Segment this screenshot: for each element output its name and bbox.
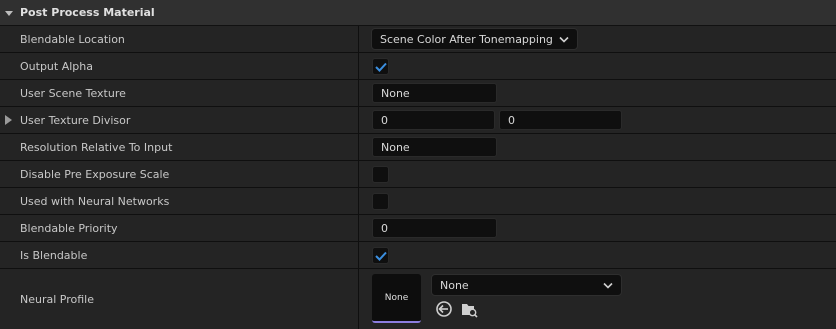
row-output-alpha: Output Alpha: [0, 53, 836, 80]
asset-thumbnail[interactable]: None: [372, 274, 421, 323]
row-is-blendable: Is Blendable: [0, 242, 836, 269]
resolution-relative-field[interactable]: None: [372, 137, 497, 157]
disable-pre-exposure-checkbox[interactable]: [372, 166, 389, 183]
dropdown-value: Scene Color After Tonemapping: [380, 32, 553, 46]
row-user-scene-texture: User Scene Texture None: [0, 80, 836, 107]
chevron-down-icon: [603, 282, 613, 289]
blendable-location-dropdown[interactable]: Scene Color After Tonemapping: [371, 28, 578, 50]
row-resolution-relative: Resolution Relative To Input None: [0, 134, 836, 161]
blendable-priority-field[interactable]: 0: [372, 218, 497, 238]
row-used-with-neural: Used with Neural Networks: [0, 188, 836, 215]
details-panel: Post Process Material Blendable Location…: [0, 0, 836, 329]
divisor-y-field[interactable]: 0: [499, 110, 622, 130]
property-label: Output Alpha: [0, 53, 359, 79]
property-label: User Scene Texture: [0, 80, 359, 106]
property-label: Is Blendable: [0, 242, 359, 268]
used-with-neural-checkbox[interactable]: [372, 193, 389, 210]
is-blendable-checkbox[interactable]: [372, 247, 389, 264]
property-label: User Texture Divisor: [0, 107, 359, 133]
divisor-x-field[interactable]: 0: [372, 110, 495, 130]
use-selected-asset-icon[interactable]: [435, 300, 453, 318]
checkmark-icon: [374, 62, 387, 72]
property-label: Used with Neural Networks: [0, 188, 359, 214]
property-label: Blendable Location: [0, 26, 359, 52]
output-alpha-checkbox[interactable]: [372, 58, 389, 75]
property-label: Resolution Relative To Input: [0, 134, 359, 160]
row-blendable-location: Blendable Location Scene Color After Ton…: [0, 26, 836, 53]
property-label: Blendable Priority: [0, 215, 359, 241]
neural-profile-dropdown[interactable]: None: [431, 274, 622, 296]
property-label: Disable Pre Exposure Scale: [0, 161, 359, 187]
row-neural-profile: Neural Profile None None: [0, 269, 836, 329]
dropdown-value: None: [440, 278, 469, 292]
section-header[interactable]: Post Process Material: [0, 0, 836, 26]
chevron-down-icon: [5, 10, 13, 16]
browse-asset-icon[interactable]: [460, 300, 478, 318]
section-title: Post Process Material: [20, 6, 155, 19]
checkmark-icon: [374, 251, 387, 261]
chevron-down-icon: [559, 36, 569, 43]
row-disable-pre-exposure: Disable Pre Exposure Scale: [0, 161, 836, 188]
property-label: Neural Profile: [0, 269, 359, 329]
user-scene-texture-field[interactable]: None: [372, 83, 497, 103]
row-blendable-priority: Blendable Priority 0: [0, 215, 836, 242]
row-user-texture-divisor: User Texture Divisor 0 0: [0, 107, 836, 134]
